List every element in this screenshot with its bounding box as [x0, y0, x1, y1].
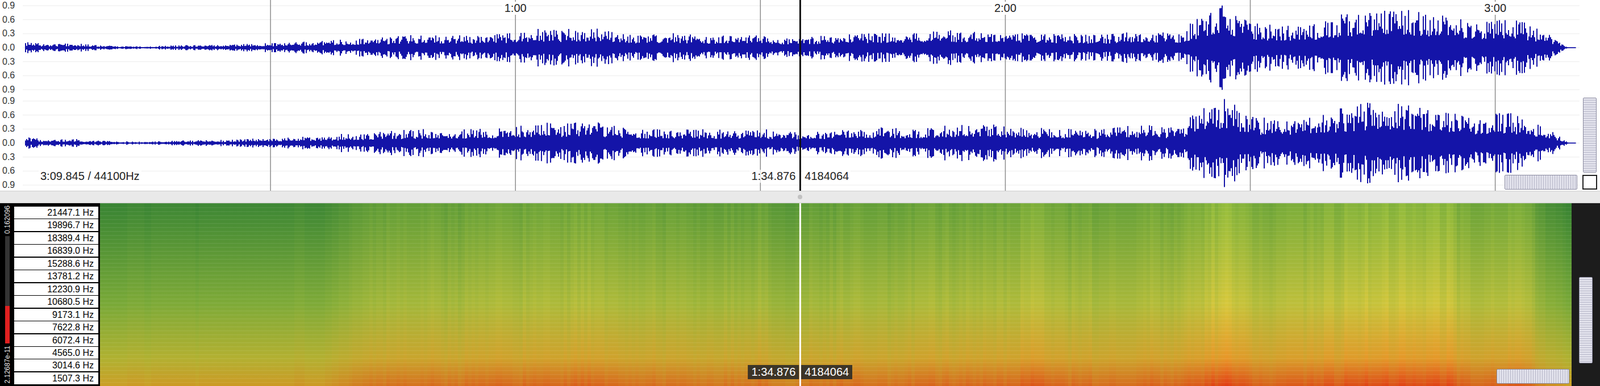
- amplitude-label: 0.6: [2, 14, 15, 25]
- amplitude-label: 0.9: [2, 0, 15, 11]
- time-tick-label: 1:00: [502, 1, 529, 15]
- spectrogram-panel: 0.1620962.12687e-1121447.1 Hz19896.7 Hz1…: [0, 203, 1600, 386]
- amplitude-label: 0.3: [2, 152, 15, 163]
- panel-splitter[interactable]: [0, 190, 1600, 204]
- frequency-label: 15288.6 Hz: [14, 257, 99, 270]
- amplitude-label: 0.3: [2, 28, 15, 39]
- amplitude-label: 0.9: [2, 180, 15, 191]
- frequency-label: 4565.0 Hz: [14, 347, 99, 360]
- level-meter: 0.162096 2.12687e-11: [0, 203, 15, 386]
- amplitude-scale: 0.9 0.6 0.3 0.0 0.3 0.6 0.9: [2, 0, 15, 96]
- waveform-area[interactable]: 0.90.60.30.00.30.60.91:002:003:000.90.60…: [0, 0, 1580, 191]
- frequency-label: 7622.8 Hz: [14, 321, 99, 334]
- frequency-label: 3014.6 Hz: [14, 359, 99, 372]
- waveform-panel: 0.90.60.30.00.30.60.91:002:003:000.90.60…: [0, 0, 1600, 191]
- playback-cursor[interactable]: [799, 203, 802, 386]
- waveform-chart[interactable]: [0, 0, 1580, 96]
- frequency-label: 6072.4 Hz: [14, 334, 99, 347]
- waveform-channel[interactable]: 0.9 0.6 0.3 0.0 0.3 0.6 0.9 1:00 2:00 3:00: [0, 0, 1580, 96]
- harmonic-texture: [100, 203, 1572, 386]
- spectrogram-columns: [100, 203, 1572, 386]
- level-gridline: [22, 114, 1580, 116]
- level-gridline: [22, 5, 1580, 7]
- amplitude-label: 0.3: [2, 123, 15, 135]
- waveform-rail: [1579, 0, 1600, 191]
- level-gridline: [22, 185, 1580, 186]
- frequency-labels: 21447.1 Hz19896.7 Hz18389.4 Hz16839.0 Hz…: [14, 203, 100, 386]
- spectrogram-rail: [1571, 203, 1600, 386]
- frequency-label: 21447.1 Hz: [14, 206, 99, 219]
- frequency-label: 12230.9 Hz: [14, 283, 99, 296]
- splitter-handle[interactable]: [797, 194, 803, 200]
- duration-label: 3:09.845 / 44100Hz: [38, 169, 142, 183]
- amplitude-scale: 0.9 0.6 0.3 0.0 0.3 0.6 0.9: [2, 95, 15, 191]
- frequency-label: 13781.2 Hz: [14, 270, 99, 283]
- playback-cursor[interactable]: [799, 95, 802, 191]
- cursor-time-label: 1:34.876: [750, 169, 798, 183]
- frequency-label: 16839.0 Hz: [14, 244, 99, 257]
- cursor-time-badge: 1:34.876: [748, 365, 800, 380]
- frequency-label: 18389.4 Hz: [14, 232, 99, 245]
- time-tick-label: 2:00: [992, 1, 1019, 15]
- cursor-sample-badge: 4184064: [801, 365, 853, 380]
- meter-min-label: 2.12687e-11: [3, 346, 12, 385]
- spectrogram-horizontal-scrollbar[interactable]: [1496, 369, 1570, 385]
- amplitude-label: 0.0: [2, 42, 15, 53]
- amplitude-label: 0.9: [2, 96, 15, 107]
- frequency-zoom-scrollbar[interactable]: [1578, 277, 1593, 364]
- time-tick-label: 3:00: [1481, 1, 1509, 15]
- vertical-zoom-scrollbar[interactable]: [1582, 97, 1597, 173]
- horizontal-scrollbar[interactable]: [1504, 175, 1578, 190]
- frequency-axis: 0.1620962.12687e-1121447.1 Hz19896.7 Hz1…: [0, 203, 100, 386]
- playback-cursor[interactable]: [799, 0, 802, 96]
- audio-editor: 0.90.60.30.00.30.60.91:002:003:000.90.60…: [0, 0, 1600, 386]
- amplitude-label: 0.9: [2, 84, 15, 95]
- frequency-label: 1507.3 Hz: [14, 372, 99, 385]
- spectrogram-chart[interactable]: [100, 203, 1572, 386]
- waveform-channel[interactable]: 0.9 0.6 0.3 0.0 0.3 0.6 0.9 3:09.845 / 44100Hz 1…: [0, 95, 1580, 191]
- level-gridline: [22, 128, 1580, 130]
- amplitude-label: 0.6: [2, 165, 15, 177]
- zoom-reset-box[interactable]: [1582, 175, 1598, 190]
- spectrogram-area[interactable]: 1:34.8764184064: [100, 203, 1572, 386]
- level-gridline: [22, 171, 1580, 172]
- meter-track: [5, 236, 10, 344]
- level-gridline: [22, 101, 1580, 102]
- level-gridline: [22, 156, 1580, 158]
- amplitude-label: 0.0: [2, 138, 15, 149]
- amplitude-label: 0.3: [2, 56, 15, 68]
- meter-fill: [5, 306, 10, 344]
- frequency-label: 19896.7 Hz: [14, 219, 99, 232]
- frequency-label: 9173.1 Hz: [14, 309, 99, 322]
- level-gridline: [22, 89, 1580, 91]
- cursor-sample-label: 4184064: [802, 169, 851, 183]
- amplitude-label: 0.6: [2, 110, 15, 121]
- frequency-label: 10680.5 Hz: [14, 296, 99, 308]
- amplitude-label: 0.6: [2, 70, 15, 81]
- meter-max-label: 0.162096: [3, 205, 12, 235]
